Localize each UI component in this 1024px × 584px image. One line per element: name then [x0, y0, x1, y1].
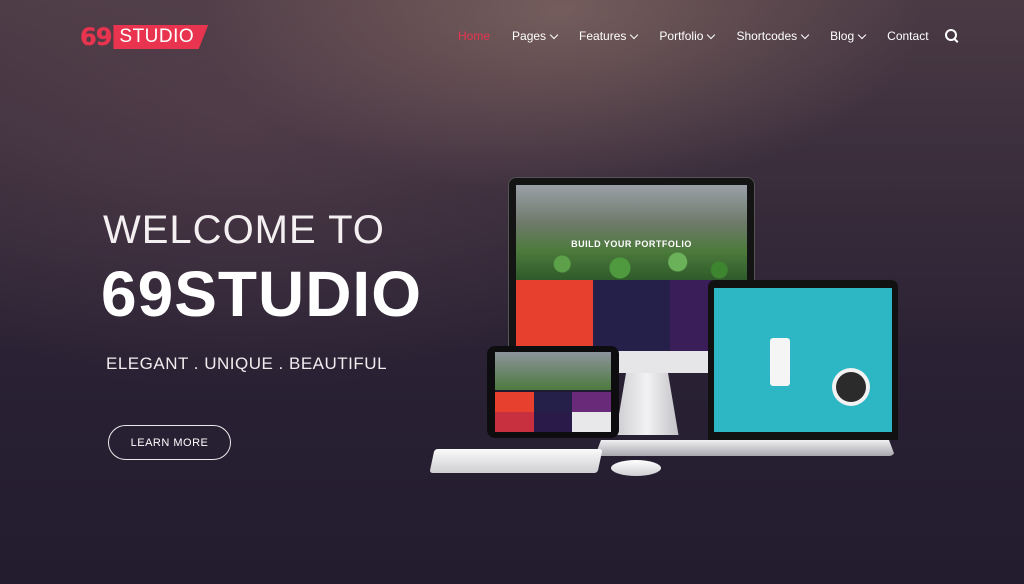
logo-word: STUDIO: [113, 25, 209, 49]
nav-item-portfolio[interactable]: Portfolio: [659, 29, 716, 43]
nav-item-contact[interactable]: Contact: [887, 29, 928, 43]
tablet-illustration: [487, 346, 619, 438]
main-nav: Home Pages Features Portfolio Shortcodes…: [458, 29, 957, 43]
chevron-down-icon: [800, 30, 810, 39]
coffee-cup-illustration: [836, 372, 866, 402]
chevron-down-icon: [707, 30, 716, 39]
keyboard-illustration: [429, 449, 603, 473]
search-icon[interactable]: [944, 29, 957, 41]
portfolio-tile: [516, 280, 593, 351]
mouse-illustration: [611, 460, 661, 476]
tablet-tile: [495, 392, 534, 412]
tablet-tile: [572, 412, 611, 432]
tablet-tile: [533, 412, 573, 432]
monitor-stand: [615, 373, 679, 435]
hero-kicker: WELCOME TO: [103, 208, 385, 252]
nav-item-blog[interactable]: Blog: [830, 29, 867, 43]
tablet-screen: [495, 352, 611, 432]
laptop-base: [595, 440, 895, 456]
tablet-tile: [533, 392, 573, 412]
chevron-down-icon: [630, 30, 639, 39]
nav-item-pages[interactable]: Pages: [512, 29, 559, 43]
learn-more-button[interactable]: LEARN MORE: [108, 425, 231, 460]
phone-illustration: [770, 338, 790, 386]
logo-number: 69: [80, 23, 112, 51]
nav-item-shortcodes[interactable]: Shortcodes: [736, 29, 810, 43]
tablet-landscape-image: [495, 352, 611, 390]
portfolio-tile: [593, 280, 670, 351]
nav-item-features[interactable]: Features: [579, 29, 639, 43]
site-logo[interactable]: 69 STUDIO: [80, 23, 209, 51]
tablet-tile: [495, 412, 534, 432]
hero-tagline: ELEGANT . UNIQUE . BEAUTIFUL: [106, 354, 388, 373]
tablet-tile: [572, 392, 611, 412]
chevron-down-icon: [549, 30, 559, 39]
chevron-down-icon: [857, 30, 867, 39]
nav-item-home[interactable]: Home: [458, 29, 490, 43]
laptop-screen: [714, 288, 892, 432]
monitor-heading: BUILD YOUR PORTFOLIO: [571, 239, 692, 249]
tablet-tiles: [495, 392, 611, 432]
laptop-illustration: [708, 280, 898, 440]
hero-title: 69STUDIO: [101, 258, 422, 330]
landscape-image: [516, 185, 747, 280]
